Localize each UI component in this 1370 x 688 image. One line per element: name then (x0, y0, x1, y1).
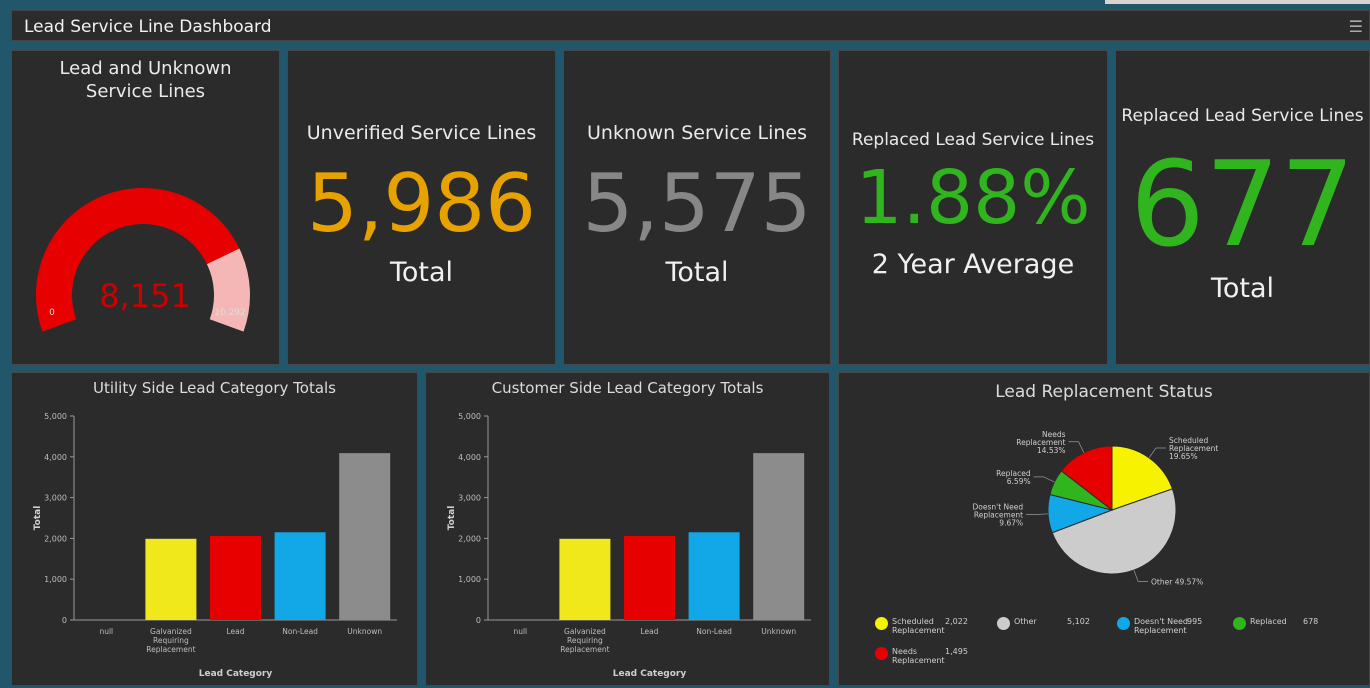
x-tick-label: null (513, 627, 527, 636)
x-tick-label: Unknown (347, 627, 382, 636)
callout-label: Other 49.57% (1151, 577, 1203, 586)
bar[interactable] (688, 532, 740, 620)
callout-line (1148, 447, 1166, 459)
x-tick-label: Non-Lead (696, 627, 732, 636)
kpi-replaced-total-panel: Replaced Lead Service Lines 677 Total (1115, 50, 1370, 365)
kpi-unverified-panel: Unverified Service Lines 5,986 Total (287, 50, 556, 365)
callout-label: Needs Replacement 14.53% (1016, 430, 1065, 455)
kpi-value: 5,986 (306, 157, 537, 250)
y-tick-label: 3,000 (44, 494, 67, 503)
legend-swatch (1233, 617, 1246, 630)
bar[interactable] (624, 535, 675, 620)
bar[interactable] (753, 453, 805, 620)
y-tick-label: 2,000 (44, 534, 67, 543)
callout-line (1133, 570, 1149, 582)
kpi-value: 5,575 (582, 157, 812, 250)
y-tick-label: 5,000 (458, 412, 481, 421)
y-tick-label: 0 (476, 616, 481, 625)
y-tick-label: 4,000 (458, 453, 481, 462)
lead-replacement-status-panel: Lead Replacement Status Scheduled Replace… (838, 372, 1370, 686)
legend-swatch (1117, 617, 1130, 630)
x-axis-label: Lead Category (613, 669, 687, 679)
legend-item[interactable]: Replaced 678 (1233, 617, 1319, 630)
gauge-max-label: 10,292 (214, 308, 246, 318)
callout-label: Scheduled Replacement 19.65% (1169, 436, 1218, 461)
kpi-title: Unverified Service Lines (306, 122, 537, 144)
kpi-unknown-panel: Unknown Service Lines 5,575 Total (563, 50, 831, 365)
legend-value: 678 (1303, 617, 1319, 626)
legend-swatch (875, 647, 888, 660)
lead-replacement-pie-chart: Scheduled Replacement 19.65% Other 49.57% Do… (973, 430, 1219, 587)
bar[interactable] (559, 538, 611, 620)
y-tick-label: 1,000 (44, 575, 67, 584)
utility-side-chart-panel: Utility Side Lead Category Totals 0 1,000… (11, 372, 418, 686)
x-tick-label: Galvanized Requiring Replacement (560, 627, 609, 654)
y-tick-label: 0 (62, 616, 67, 625)
gauge-panel: Lead and Unknown Service Lines 8,151 0 10,… (11, 50, 280, 365)
y-tick-label: 3,000 (458, 494, 481, 503)
callout-label: Replaced 6.59% (996, 469, 1031, 486)
legend-value: 1,495 (945, 647, 968, 656)
bar[interactable] (274, 532, 326, 620)
kpi-title: Replaced Lead Service Lines (1121, 106, 1364, 126)
utility-side-bar-chart: 0 1,000 2,000 3,000 4,000 5,000 null Galvanized… (33, 412, 397, 679)
gauge-min-label: 0 (49, 308, 55, 318)
callout-line (1033, 476, 1055, 483)
legend-item[interactable]: Other 5,102 (997, 617, 1090, 630)
legend-item[interactable]: Scheduled Replacement 2,022 (875, 617, 968, 635)
gauge-value: 8,151 (99, 277, 191, 315)
legend-swatch (997, 617, 1010, 630)
dashboard-title: Lead Service Line Dashboard (24, 17, 272, 37)
callout-label: Doesn't Need Replacement 9.67% (973, 503, 1024, 528)
x-tick-label: Unknown (761, 627, 796, 636)
kpi-subtitle: 2 Year Average (871, 249, 1075, 280)
x-tick-label: Lead (226, 627, 244, 636)
bar[interactable] (145, 538, 197, 620)
dashboard-header: Lead Service Line Dashboard ☰ (11, 10, 1370, 41)
callout-line (1068, 441, 1085, 453)
gauge-chart: 8,151 0 10,292 (36, 188, 250, 332)
customer-side-bar-chart: 0 1,000 2,000 3,000 4,000 5,000 null Galvanized… (447, 412, 811, 679)
corner-image-fragment (1105, 0, 1370, 4)
x-axis-label: Lead Category (199, 669, 273, 679)
y-tick-label: 2,000 (458, 534, 481, 543)
legend-value: 2,022 (945, 617, 968, 626)
y-tick-label: 5,000 (44, 412, 67, 421)
legend-value: 995 (1187, 617, 1203, 626)
kpi-title: Unknown Service Lines (587, 122, 807, 144)
kpi-value: 1.88% (855, 155, 1091, 241)
kpi-subtitle: Total (1210, 273, 1275, 304)
chart-title: Lead Replacement Status (995, 382, 1213, 402)
kpi-title: Replaced Lead Service Lines (851, 130, 1095, 150)
x-tick-label: Lead (640, 627, 658, 636)
bar[interactable] (339, 453, 391, 620)
hamburger-icon[interactable]: ☰ (1349, 17, 1363, 36)
legend-value: 5,102 (1067, 617, 1090, 626)
legend-item[interactable]: Needs Replacement 1,495 (875, 647, 968, 665)
bar[interactable] (210, 535, 261, 620)
x-tick-label: null (99, 627, 113, 636)
x-tick-label: Non-Lead (282, 627, 318, 636)
kpi-replaced-percent-panel: Replaced Lead Service Lines 1.88% 2 Year… (838, 50, 1108, 365)
kpi-subtitle: Total (389, 257, 454, 288)
legend-item[interactable]: Doesn't Need Replacement 995 (1117, 617, 1203, 635)
kpi-subtitle: Total (665, 257, 729, 288)
y-tick-label: 4,000 (44, 453, 67, 462)
x-tick-label: Galvanized Requiring Replacement (146, 627, 195, 654)
y-axis-label: Total (33, 506, 43, 531)
y-axis-label: Total (447, 506, 457, 531)
pie-legend: Scheduled Replacement 2,022 Other 5,102 Does… (875, 617, 1365, 683)
customer-side-chart-panel: Customer Side Lead Category Totals 0 1,00… (425, 372, 830, 686)
y-tick-label: 1,000 (458, 575, 481, 584)
kpi-value: 677 (1129, 135, 1356, 273)
callout-line (1026, 513, 1049, 515)
legend-swatch (875, 617, 888, 630)
